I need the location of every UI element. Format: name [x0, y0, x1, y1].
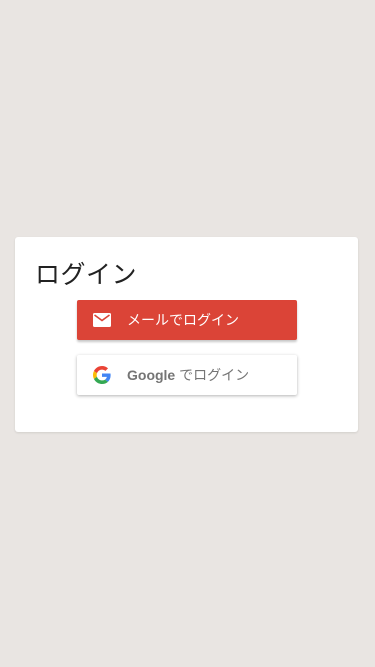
login-card: ログイン メールでログイン Google でログイン	[15, 237, 358, 432]
google-login-button[interactable]: Google でログイン	[77, 355, 297, 395]
mail-icon	[93, 311, 111, 329]
google-login-label: Google でログイン	[127, 355, 249, 395]
email-login-button[interactable]: メールでログイン	[77, 300, 297, 340]
login-title: ログイン	[35, 261, 138, 289]
email-login-label: メールでログイン	[127, 312, 239, 328]
google-logo-icon	[93, 366, 111, 384]
google-login-suffix: でログイン	[175, 367, 250, 383]
google-brand-text: Google	[127, 367, 176, 383]
